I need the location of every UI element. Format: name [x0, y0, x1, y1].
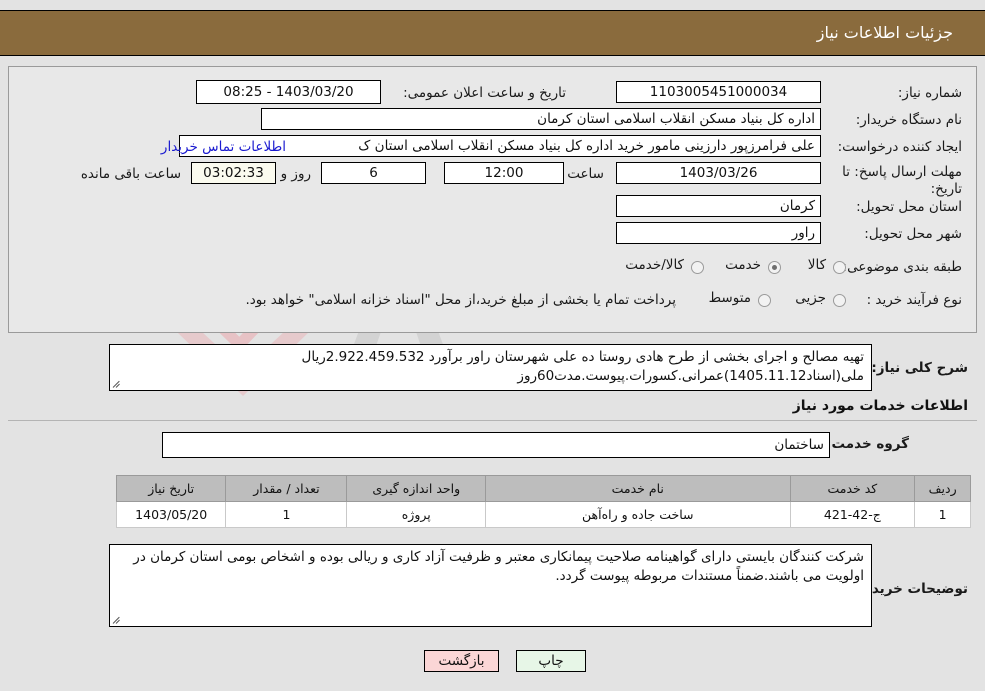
delivery-province-label: استان محل تحویل: — [856, 199, 962, 215]
radio-category-kala[interactable] — [833, 261, 846, 274]
radio-category-kala-khedmat-label: کالا/خدمت — [625, 257, 684, 273]
radio-process-motavaset-label: متوسط — [708, 290, 751, 306]
details-section: شرح کلی نیاز: تهیه مصالح و اجرای بخشی از… — [8, 336, 977, 633]
buyer-notes-textarea[interactable]: شرکت کنندگان بایستی دارای گواهینامه صلاح… — [109, 544, 872, 627]
col-row: ردیف — [914, 475, 971, 502]
print-button[interactable]: چاپ — [516, 650, 586, 672]
buyer-org-label: نام دستگاه خریدار: — [855, 112, 962, 128]
announce-datetime-value: 1403/03/20 - 08:25 — [196, 80, 381, 104]
services-section-heading: اطلاعات خدمات مورد نیاز — [792, 398, 968, 414]
services-table: ردیف کد خدمت نام خدمت واحد اندازه گیری ت… — [115, 475, 971, 528]
radio-category-kala-label: کالا — [807, 257, 826, 273]
col-date: تاریخ نیاز — [115, 475, 227, 502]
col-qty: تعداد / مقدار — [225, 475, 348, 502]
delivery-city-label: شهر محل تحویل: — [864, 226, 962, 242]
page-title: جزئیات اطلاعات نیاز — [816, 23, 953, 42]
delivery-city-value: راور — [616, 222, 821, 244]
cell-date: 1403/05/20 — [115, 501, 227, 528]
deadline-hour-value: 12:00 — [444, 162, 564, 184]
purchase-process-label: نوع فرآیند خرید : — [866, 292, 962, 308]
deadline-label: مهلت ارسال پاسخ: تا تاریخ: — [842, 164, 962, 197]
col-name: نام خدمت — [485, 475, 791, 502]
col-code: کد خدمت — [789, 475, 916, 502]
deadline-hour-label: ساعت — [567, 166, 604, 182]
radio-category-khedmat-label: خدمت — [725, 257, 761, 273]
purchase-process-note: پرداخت تمام یا بخشی از مبلغ خرید،از محل … — [245, 292, 676, 308]
radio-process-motavaset[interactable] — [758, 294, 771, 307]
cell-qty: 1 — [225, 501, 348, 528]
back-button[interactable]: بازگشت — [424, 650, 499, 672]
radio-process-jozee[interactable] — [833, 294, 846, 307]
need-description-textarea[interactable]: تهیه مصالح و اجرای بخشی از طرح هادی روست… — [109, 344, 872, 391]
need-number-value: 1103005451000034 — [616, 81, 821, 103]
section-divider — [8, 420, 977, 421]
deadline-date-value: 1403/03/26 — [616, 162, 821, 184]
buyer-contact-link[interactable]: اطلاعات تماس خریدار — [161, 139, 286, 155]
need-info-panel: شماره نیاز: 1103005451000034 تاریخ و ساع… — [8, 66, 977, 333]
table-header-row: ردیف کد خدمت نام خدمت واحد اندازه گیری ت… — [115, 475, 971, 502]
cell-name: ساخت جاده و راه‌آهن — [485, 501, 791, 528]
deadline-remaining-label: ساعت باقی مانده — [80, 166, 181, 182]
deadline-countdown-value: 03:02:33 — [191, 162, 276, 184]
service-group-label: گروه خدمت: — [826, 436, 909, 452]
page-root: A AriaTender.net جزئیات اطلاعات نیاز شما… — [0, 0, 985, 691]
radio-category-kala-khedmat[interactable] — [691, 261, 704, 274]
need-number-label: شماره نیاز: — [897, 85, 962, 101]
service-group-value: ساختمان — [162, 432, 830, 458]
table-row: 1 ج-42-421 ساخت جاده و راه‌آهن پروژه 1 1… — [115, 501, 971, 528]
delivery-province-value: کرمان — [616, 195, 821, 217]
need-description-label: شرح کلی نیاز: — [871, 360, 968, 376]
announce-datetime-label: تاریخ و ساعت اعلان عمومی: — [403, 85, 566, 101]
col-unit: واحد اندازه گیری — [346, 475, 487, 502]
page-title-bar: جزئیات اطلاعات نیاز — [0, 10, 985, 56]
cell-code: ج-42-421 — [789, 501, 916, 528]
radio-category-khedmat[interactable] — [768, 261, 781, 274]
cell-unit: پروژه — [346, 501, 487, 528]
category-label: طبقه بندی موضوعی: — [842, 259, 962, 275]
deadline-days-label: روز و — [280, 166, 311, 182]
buyer-org-value: اداره کل بنیاد مسکن انقلاب اسلامی استان … — [261, 108, 821, 130]
cell-row: 1 — [914, 501, 971, 528]
radio-process-jozee-label: جزیی — [795, 290, 826, 306]
request-creator-label: ایجاد کننده درخواست: — [837, 139, 962, 155]
deadline-days-value: 6 — [321, 162, 426, 184]
